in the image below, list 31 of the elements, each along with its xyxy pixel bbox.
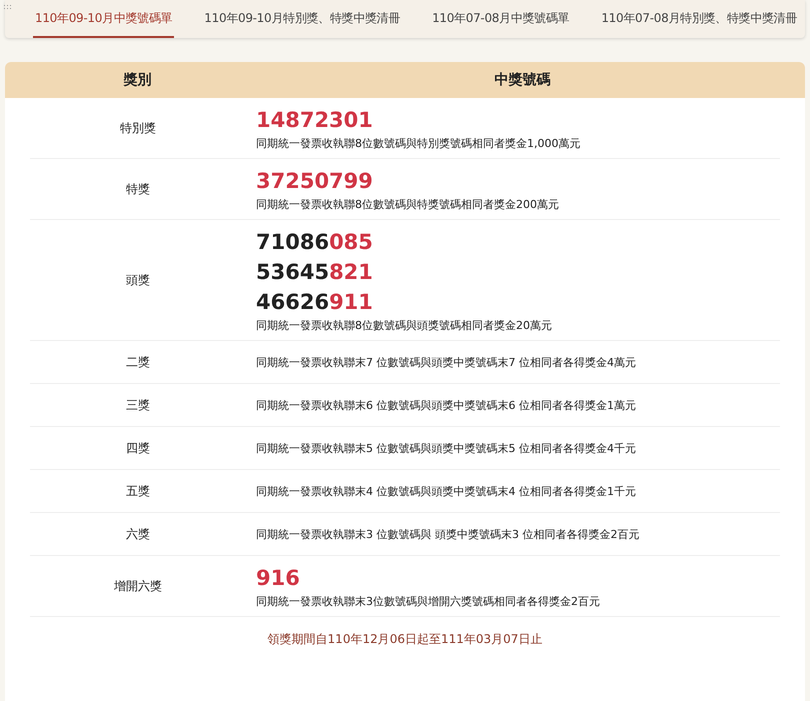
prize-name: 頭獎 bbox=[126, 272, 150, 288]
prize-description: 同期統一發票收執聯末5 位數號碼與頭獎中獎號碼末5 位相同者各得獎金4千元 bbox=[256, 440, 637, 456]
winning-number: 916 bbox=[256, 565, 301, 592]
column-header: 獎別 bbox=[122, 71, 152, 89]
winning-number: 37250799 bbox=[256, 168, 374, 195]
winning-number: 53645821 bbox=[256, 259, 374, 286]
prize-name: 三獎 bbox=[126, 396, 150, 414]
tab[interactable]: 110年07-08月特別獎、特獎中獎清冊 bbox=[599, 0, 800, 38]
winning-number: 14872301 bbox=[256, 107, 374, 134]
prize-name: 二獎 bbox=[126, 354, 150, 370]
prize-name: 四獎 bbox=[126, 440, 150, 456]
prize-description: 同期統一發票收執聯末6 位數號碼與頭獎中獎號碼末6 位相同者各得獎金1萬元 bbox=[256, 398, 637, 414]
prize-name: 特獎 bbox=[126, 180, 150, 198]
prize-name: 五獎 bbox=[126, 482, 150, 500]
claim-period-note: 領獎期間自110年12月06日起至111年03月07日止 bbox=[268, 632, 542, 646]
winning-number: 46626911 bbox=[256, 289, 374, 316]
tab[interactable]: 110年07-08月中獎號碼單 bbox=[430, 0, 572, 38]
prize-description: 同期統一發票收執聯8位數號碼與特別獎號碼相同者獎金1,000萬元 bbox=[256, 136, 582, 152]
tab[interactable]: 110年09-10月中獎號碼單 bbox=[33, 0, 174, 38]
tab[interactable]: 110年09-10月特別獎、特獎中獎清冊 bbox=[202, 0, 402, 38]
prize-name: 六獎 bbox=[126, 526, 150, 542]
column-header: 中獎號碼 bbox=[494, 71, 552, 89]
prize-description: 同期統一發票收執聯末3 位數號碼與 頭獎中獎號碼末3 位相同者各得獎金2百元 bbox=[256, 526, 640, 542]
prize-name: 增開六獎 bbox=[114, 578, 162, 594]
prize-name: 特別獎 bbox=[120, 120, 156, 136]
prize-description: 同期統一發票收執聯末3位數號碼與增開六獎號碼相同者各得獎金2百元 bbox=[256, 594, 601, 610]
winning-number: 71086085 bbox=[256, 229, 374, 256]
prize-description: 同期統一發票收執聯8位數號碼與特獎號碼相同者獎金200萬元 bbox=[256, 197, 560, 213]
prize-description: 同期統一發票收執聯末7 位數號碼與頭獎中獎號碼末7 位相同者各得獎金4萬元 bbox=[256, 354, 637, 370]
prize-description: 同期統一發票收執聯8位數號碼與頭獎號碼相同者獎金20萬元 bbox=[256, 318, 553, 334]
prize-description: 同期統一發票收執聯末4 位數號碼與頭獎中獎號碼末4 位相同者各得獎金1千元 bbox=[256, 484, 637, 500]
